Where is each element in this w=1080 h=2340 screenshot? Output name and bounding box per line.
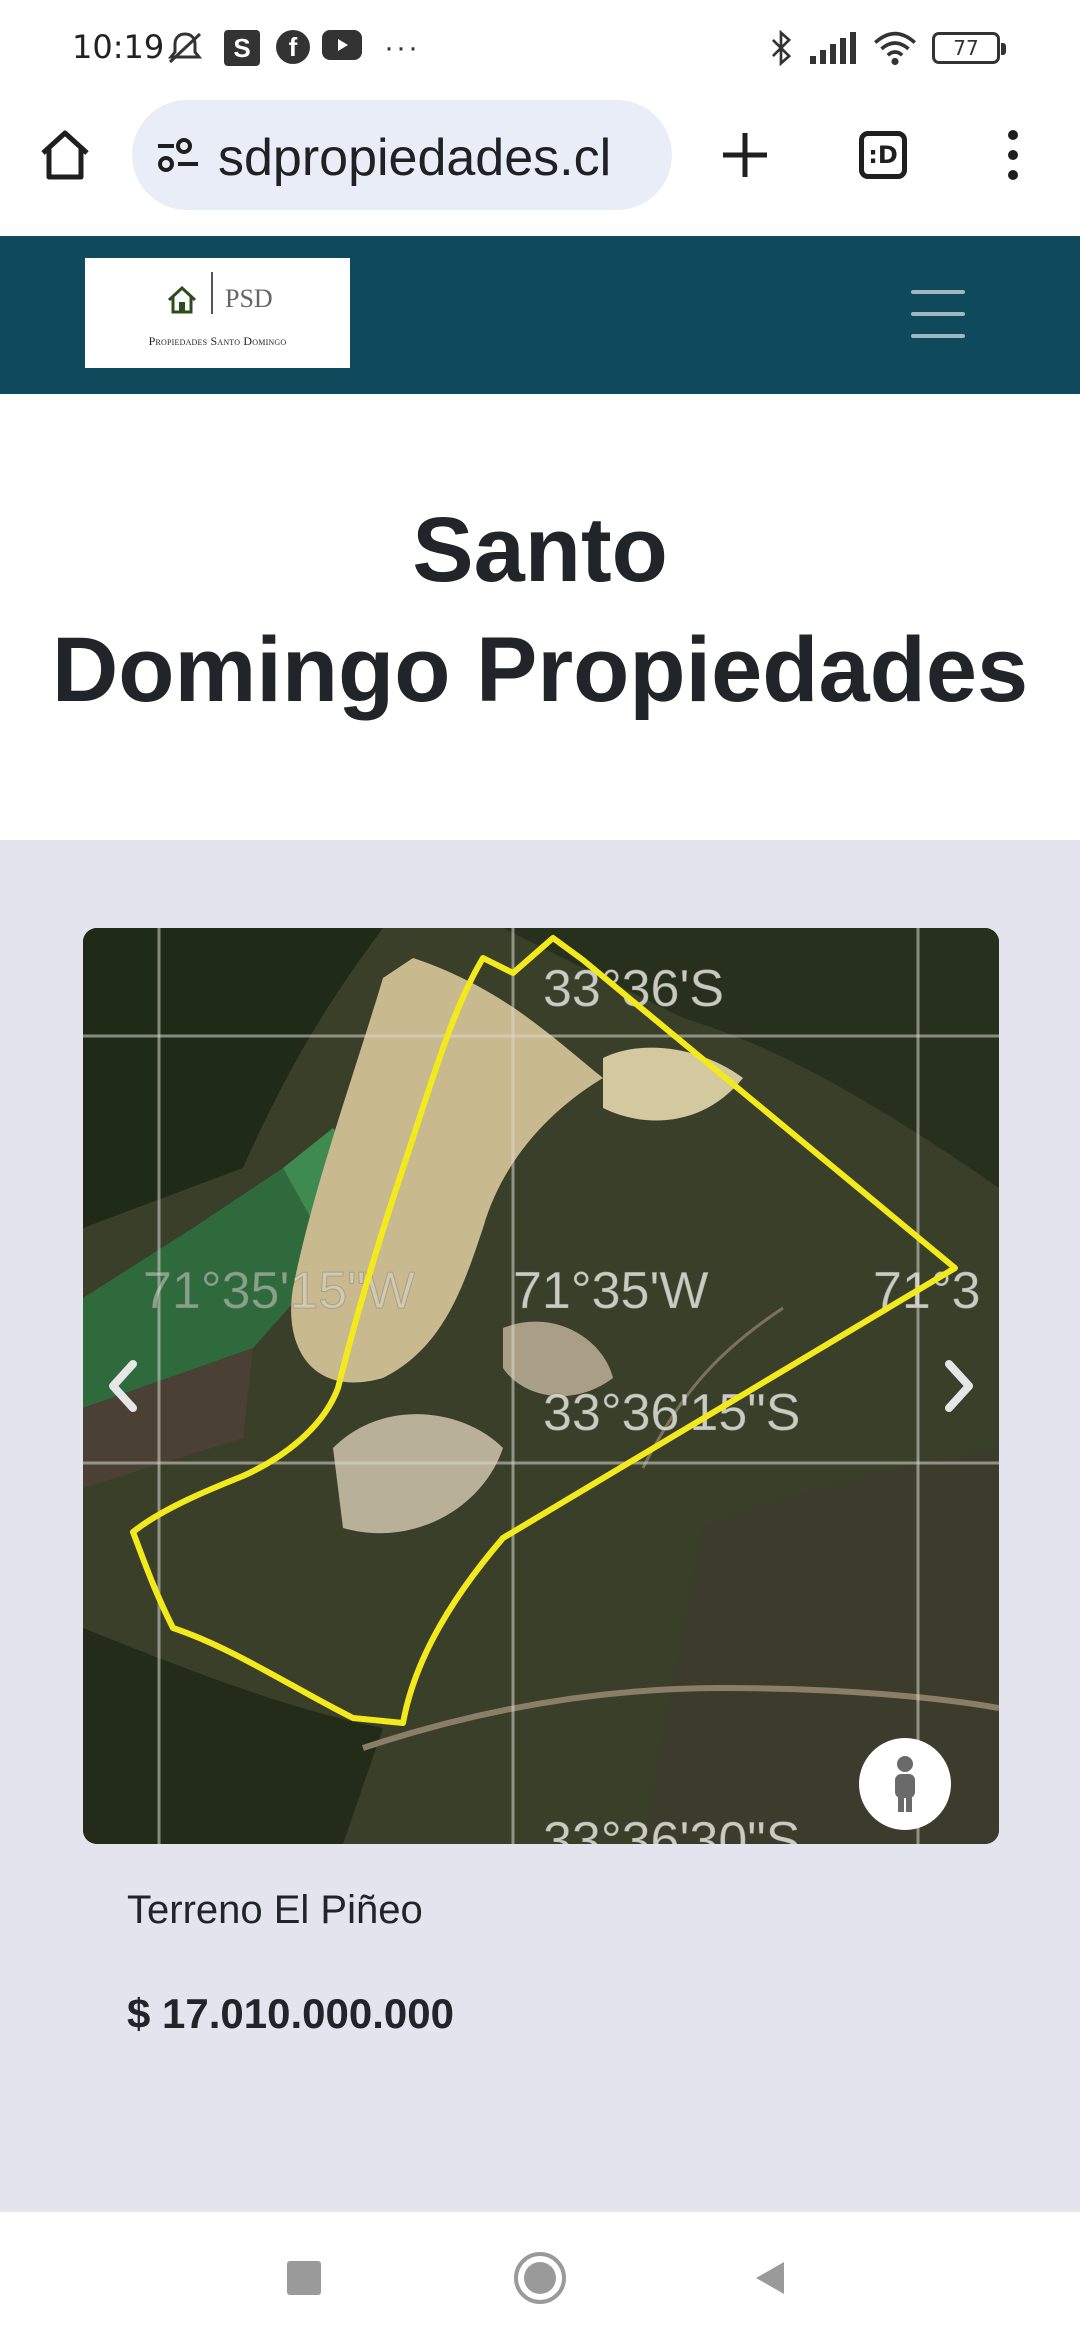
page-title-line1: Santo [412, 499, 668, 601]
house-logo-icon [167, 286, 197, 314]
back-nav-button[interactable] [740, 2248, 800, 2308]
bluetooth-icon [771, 30, 792, 66]
recents-button[interactable] [274, 2248, 334, 2308]
battery-icon: 77 [932, 32, 1006, 64]
home-nav-button[interactable] [510, 2248, 570, 2308]
youtube-icon [322, 30, 362, 60]
site-settings-icon[interactable] [154, 132, 202, 180]
home-icon [41, 130, 89, 180]
listing-title[interactable]: Terreno El Piñeo [127, 1888, 423, 1933]
more-notifications-icon: ··· [384, 31, 420, 64]
home-circle-icon [514, 2252, 566, 2304]
back-icon [756, 2262, 784, 2294]
map-label-lon-2: 71°35'15"W [143, 1262, 415, 1320]
carousel-next-button[interactable] [929, 1346, 989, 1426]
new-tab-icon [723, 133, 767, 177]
signal-icon [810, 32, 856, 64]
new-tab-button[interactable] [700, 110, 790, 200]
s-app-icon: S [224, 30, 260, 66]
wifi-icon [873, 31, 917, 66]
status-time: 10:19 [72, 28, 165, 66]
map-label-lon-1: 71°35'W [513, 1262, 708, 1320]
pegman-icon [895, 1756, 915, 1812]
tabs-button[interactable]: :D [838, 110, 928, 200]
status-bar: 10:19 S f ··· 77 [0, 0, 1080, 96]
property-image-carousel[interactable]: 33°36'S 71°35'W 33°36'15"S 71°35'15"W 71… [83, 928, 999, 1844]
chevron-left-icon [109, 1360, 137, 1412]
menu-icon [1008, 130, 1018, 180]
recents-icon [287, 2261, 321, 2295]
satellite-map-image: 33°36'S 71°35'W 33°36'15"S 71°35'15"W 71… [83, 928, 999, 1844]
logo-divider [211, 272, 213, 314]
listing-section: 33°36'S 71°35'W 33°36'15"S 71°35'15"W 71… [0, 840, 1080, 2210]
page-title-line2: Domingo Propiedades [51, 619, 1029, 721]
navbar-toggle-button[interactable] [905, 284, 975, 346]
mute-icon [167, 32, 203, 64]
hero-section: Santo Domingo Propiedades [0, 394, 1080, 840]
site-logo[interactable]: PSD Propiedades Santo Domingo [85, 258, 350, 368]
address-bar[interactable]: sdpropiedades.cl [132, 100, 672, 210]
map-label-lat-1: 33°36'S [543, 960, 724, 1018]
street-view-button[interactable] [859, 1738, 951, 1830]
browser-toolbar: sdpropiedades.cl :D [0, 96, 1080, 236]
site-navbar: PSD Propiedades Santo Domingo [0, 236, 1080, 394]
carousel-prev-button[interactable] [93, 1346, 153, 1426]
facebook-icon: f [276, 30, 310, 64]
logo-subtitle: Propiedades Santo Domingo [148, 334, 287, 348]
chevron-right-icon [945, 1360, 973, 1412]
map-label-lat-2: 33°36'15"S [543, 1384, 800, 1442]
map-label-lat-3: 33°36'30"S [543, 1812, 800, 1844]
home-button[interactable] [20, 110, 110, 200]
listing-price: $ 17.010.000.000 [127, 1990, 454, 2037]
url-text: sdpropiedades.cl [218, 129, 612, 187]
page-title: Santo Domingo Propiedades [0, 490, 1080, 730]
system-navigation-bar [0, 2210, 1080, 2340]
logo-text: PSD [225, 284, 273, 313]
browser-menu-button[interactable] [968, 110, 1058, 200]
tabs-icon: :D [859, 131, 907, 179]
map-label-lon-3: 71°3 [873, 1262, 981, 1320]
